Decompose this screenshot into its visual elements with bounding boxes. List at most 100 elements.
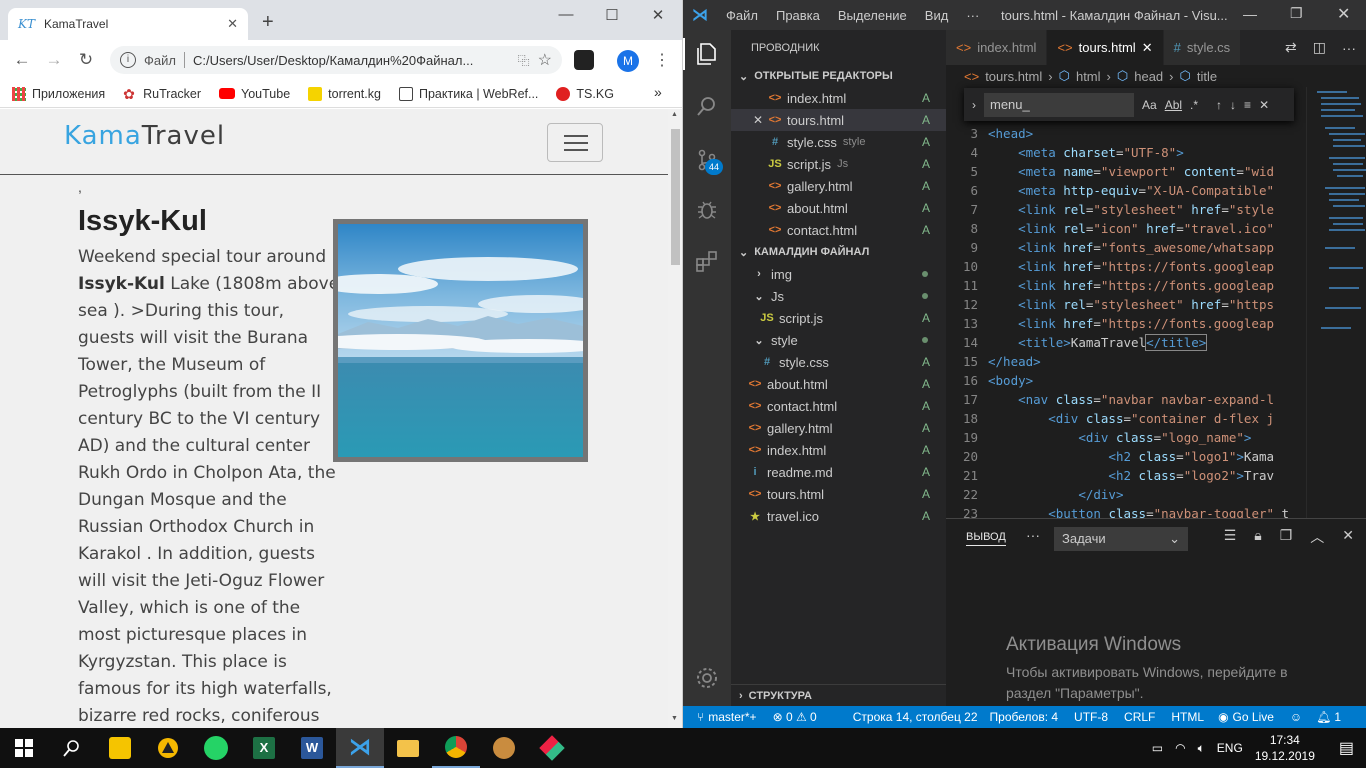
taskbar-playpc[interactable] — [96, 728, 144, 768]
code-editor[interactable]: 3 <head> 4 <meta charset="UTF-8"> 5 <meta n… — [946, 124, 1306, 518]
tree-item[interactable]: <> about.html A — [731, 373, 946, 395]
code-line[interactable]: 18 <div class="container d-flex j — [946, 409, 1306, 428]
code-line[interactable]: 23 <button class="navbar-toggler" t — [946, 504, 1306, 518]
code-line[interactable]: 15 </head> — [946, 352, 1306, 371]
extensions-icon[interactable] — [695, 250, 719, 274]
info-icon[interactable]: i — [120, 52, 136, 68]
editor-tab-index[interactable]: <> index.html — [946, 30, 1048, 65]
code-line[interactable]: 12 <link rel="stylesheet" href="https — [946, 295, 1306, 314]
address-url[interactable]: C:/Users/User/Desktop/Камалдин%20Файнал.… — [193, 53, 510, 68]
clock[interactable]: 17:34 19.12.2019 — [1255, 732, 1315, 764]
vscode-close-icon[interactable]: ✕ — [1337, 4, 1350, 24]
panel-more-icon[interactable]: ··· — [1026, 527, 1040, 543]
status-golive[interactable]: Go Live — [1233, 710, 1274, 724]
editor-tab-tours[interactable]: <> tours.html ✕ — [1047, 30, 1164, 65]
code-line[interactable]: 4 <meta charset="UTF-8"> — [946, 143, 1306, 162]
status-spaces[interactable]: Пробелов: 4 — [990, 710, 1059, 724]
tree-item[interactable]: JS script.js A — [731, 307, 946, 329]
code-line[interactable]: 22 </div> — [946, 485, 1306, 504]
lock-icon[interactable]: 🔒︎ — [1254, 527, 1261, 547]
taskbar-app-yellow[interactable] — [144, 728, 192, 768]
tree-item[interactable]: <> contact.html A — [731, 395, 946, 417]
compare-icon[interactable]: ⇄ — [1285, 39, 1297, 56]
panel-tab-output[interactable]: ВЫВОД — [966, 531, 1006, 546]
profile-avatar[interactable]: M — [617, 50, 639, 72]
debug-icon[interactable] — [695, 198, 719, 222]
scroll-down-icon[interactable]: ▼ — [671, 715, 678, 722]
code-line[interactable]: 19 <div class="logo_name"> — [946, 428, 1306, 447]
code-line[interactable]: 20 <h2 class="logo1">Kama — [946, 447, 1306, 466]
translate-icon[interactable]: ⿻ — [518, 52, 530, 69]
bookmark-tskg[interactable]: TS.KG — [556, 86, 614, 101]
taskbar-vscode[interactable]: ⋊ — [336, 728, 384, 768]
battery-icon[interactable]: ▭ — [1152, 741, 1163, 755]
menu-view[interactable]: Вид — [916, 8, 958, 23]
tree-item[interactable]: # style.css A — [731, 351, 946, 373]
split-editor-icon[interactable]: ◫ — [1313, 39, 1326, 56]
bookmark-star-icon[interactable]: ☆ — [538, 50, 552, 70]
page-scrollbar[interactable]: ▲ ▼ — [668, 109, 682, 728]
input-language[interactable]: ENG — [1217, 741, 1243, 755]
feedback-smiley-icon[interactable]: ☺ — [1290, 710, 1302, 724]
open-log-icon[interactable]: ❐ — [1280, 527, 1293, 547]
scrollbar-thumb[interactable] — [671, 129, 680, 265]
open-editor-item[interactable]: <> gallery.html A — [731, 175, 946, 197]
status-problems[interactable]: ⊗ 0 ⚠ 0 — [773, 710, 817, 724]
scroll-up-icon[interactable]: ▲ — [671, 111, 678, 118]
explorer-icon[interactable] — [695, 42, 719, 66]
notifications-icon[interactable]: ▤ — [1339, 738, 1354, 758]
maximize-panel-icon[interactable]: ︿ — [1310, 527, 1324, 547]
find-in-selection-icon[interactable]: ≡ — [1244, 98, 1251, 112]
tree-item[interactable]: i readme.md A — [731, 461, 946, 483]
chevron-right-icon[interactable]: › — [972, 98, 976, 112]
status-branch[interactable]: master*+ — [708, 710, 756, 724]
status-position[interactable]: Строка 14, столбец 22 — [853, 710, 978, 724]
start-button[interactable] — [0, 728, 48, 768]
status-language[interactable]: HTML — [1171, 710, 1204, 724]
taskbar-explorer[interactable] — [384, 728, 432, 768]
code-line[interactable]: 17 <nav class="navbar navbar-expand-l — [946, 390, 1306, 409]
code-line[interactable]: 16 <body> — [946, 371, 1306, 390]
open-editor-item[interactable]: ✕ <> tours.html A — [731, 109, 946, 131]
tree-item[interactable]: ★ travel.ico A — [731, 505, 946, 527]
regex-toggle[interactable]: .* — [1190, 98, 1198, 112]
find-close-icon[interactable]: ✕ — [1259, 98, 1269, 112]
status-eol[interactable]: CRLF — [1124, 710, 1155, 724]
tree-item[interactable]: ⌄ style — [731, 329, 946, 351]
more-actions-icon[interactable]: ··· — [1342, 40, 1356, 56]
code-line[interactable]: 5 <meta name="viewport" content="wid — [946, 162, 1306, 181]
tab-close-icon[interactable]: ✕ — [1142, 40, 1153, 56]
open-editors-header[interactable]: ⌄ ОТКРЫТЫЕ РЕДАКТОРЫ — [731, 65, 946, 87]
menu-file[interactable]: Файл — [717, 8, 767, 23]
code-line[interactable]: 6 <meta http-equiv="X-UA-Compatible" — [946, 181, 1306, 200]
open-editor-item[interactable]: # style.css style A — [731, 131, 946, 153]
code-line[interactable]: 8 <link rel="icon" href="travel.ico" — [946, 219, 1306, 238]
folder-header[interactable]: ⌄ КАМАЛДИН ФАЙНАЛ — [731, 241, 946, 263]
breadcrumb-item[interactable]: html — [1076, 69, 1101, 84]
bookmark-apps[interactable]: Приложения — [12, 86, 105, 101]
bookmark-youtube[interactable]: YouTube — [219, 87, 290, 101]
bookmark-rutracker[interactable]: ✿ RuTracker — [123, 87, 201, 101]
notification-bell-icon[interactable]: 🔔︎ — [1316, 710, 1331, 724]
arrow-down-icon[interactable]: ↓ — [1230, 98, 1236, 112]
wifi-icon[interactable]: ◠ — [1175, 741, 1185, 755]
forward-icon[interactable]: → — [38, 50, 70, 70]
settings-gear-icon[interactable] — [695, 666, 719, 690]
taskbar-chrome[interactable] — [432, 728, 480, 768]
taskbar-word[interactable]: W — [288, 728, 336, 768]
output-channel-select[interactable]: Задачи ⌄ — [1054, 527, 1188, 551]
code-line[interactable]: 3 <head> — [946, 124, 1306, 143]
code-line[interactable]: 9 <link href="fonts_awesome/whatsapp — [946, 238, 1306, 257]
tree-item[interactable]: <> gallery.html A — [731, 417, 946, 439]
code-line[interactable]: 21 <h2 class="logo2">Trav — [946, 466, 1306, 485]
tab-close-icon[interactable]: ✕ — [227, 16, 238, 32]
menu-selection[interactable]: Выделение — [829, 8, 916, 23]
volume-icon[interactable]: 🔈︎ — [1198, 741, 1205, 756]
tree-item[interactable]: ⌄ Js — [731, 285, 946, 307]
minimap[interactable] — [1306, 87, 1366, 518]
site-logo[interactable]: KamaTravel — [64, 121, 225, 151]
extension-icon[interactable] — [574, 50, 594, 70]
close-icon[interactable]: ✕ — [753, 113, 763, 127]
bookmark-torrentkg[interactable]: torrent.kg — [308, 86, 381, 101]
taskbar-whatsapp[interactable] — [192, 728, 240, 768]
